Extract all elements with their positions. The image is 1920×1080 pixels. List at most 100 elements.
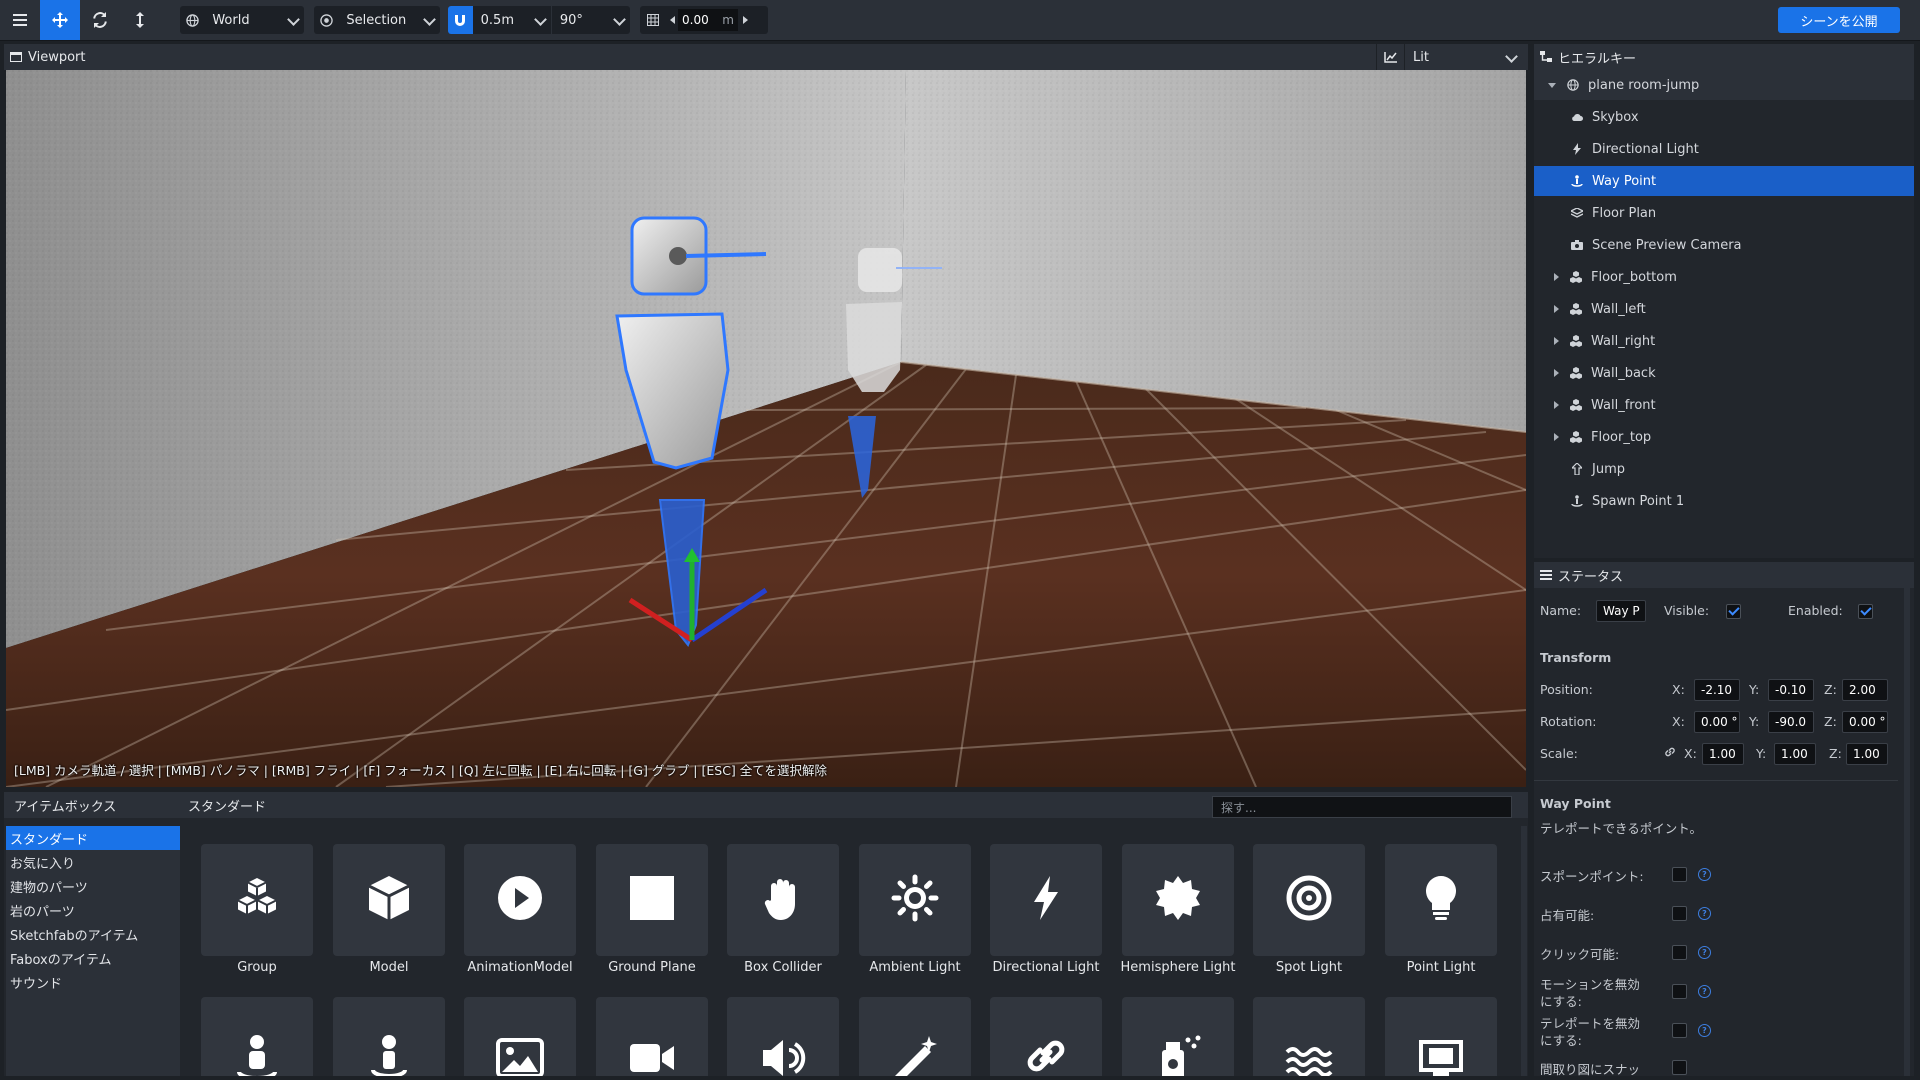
item-tile-ground-plane[interactable] <box>596 844 708 956</box>
category-item[interactable]: 岩のパーツ <box>6 898 180 922</box>
grid-increment-button[interactable] <box>738 16 752 24</box>
hierarchy-item-skybox[interactable]: Skybox <box>1534 102 1914 132</box>
item-tile-animationmodel[interactable] <box>464 844 576 956</box>
particle-icon <box>891 1032 939 1076</box>
item-icon <box>628 874 676 926</box>
scale-x-input[interactable]: 1.00 <box>1702 743 1744 765</box>
category-item[interactable]: 建物のパーツ <box>6 874 180 898</box>
help-icon[interactable]: ? <box>1698 1024 1711 1037</box>
hierarchy-item-jump[interactable]: Jump <box>1534 454 1914 484</box>
caret-right-icon[interactable] <box>1554 433 1559 441</box>
item-tile-row2[interactable] <box>859 997 971 1076</box>
link-icon[interactable] <box>1664 746 1676 762</box>
item-tile-ambient-light[interactable] <box>859 844 971 956</box>
option-checkbox[interactable] <box>1672 906 1687 921</box>
item-tile-spot-light[interactable] <box>1253 844 1365 956</box>
scene-canvas[interactable] <box>6 70 1526 787</box>
item-tile-row2[interactable] <box>727 997 839 1076</box>
help-icon[interactable]: ? <box>1698 907 1711 920</box>
category-item[interactable]: サウンド <box>6 970 180 994</box>
item-tile-row2[interactable] <box>201 997 313 1076</box>
help-icon[interactable]: ? <box>1698 985 1711 998</box>
category-item[interactable]: Faboxのアイテム <box>6 946 180 970</box>
position-y-input[interactable]: -0.10 <box>1768 679 1814 701</box>
status-scrollbar[interactable] <box>1904 588 1910 1076</box>
caret-right-icon[interactable] <box>1554 305 1559 313</box>
hierarchy-item-scene-preview-camera[interactable]: Scene Preview Camera <box>1534 230 1914 260</box>
item-tile-directional-light[interactable] <box>990 844 1102 956</box>
item-tile-row2[interactable] <box>464 997 576 1076</box>
item-tile-row2[interactable] <box>333 997 445 1076</box>
hierarchy-item-label: Floor Plan <box>1592 205 1657 221</box>
caret-right-icon[interactable] <box>1554 401 1559 409</box>
chevron-down-icon <box>1505 50 1518 63</box>
magnet-icon[interactable] <box>448 6 473 34</box>
item-search-input[interactable]: 探す... <box>1212 796 1512 818</box>
item-tile-row2[interactable] <box>1122 997 1234 1076</box>
snap-angle-dropdown[interactable]: 90° <box>550 6 630 34</box>
hierarchy-item-label: Floor_bottom <box>1591 269 1677 285</box>
item-tile-row2[interactable] <box>1385 997 1497 1076</box>
itembox-scrollbar[interactable] <box>1521 826 1527 1076</box>
category-item[interactable]: スタンダード <box>6 826 180 850</box>
name-input[interactable]: Way P <box>1596 600 1646 622</box>
hierarchy-item-wall-left[interactable]: Wall_left <box>1534 294 1914 324</box>
item-tile-row2[interactable] <box>1253 997 1365 1076</box>
item-tile-row2[interactable] <box>990 997 1102 1076</box>
item-tile-model[interactable] <box>333 844 445 956</box>
grid-icon[interactable] <box>640 6 666 34</box>
rotation-x-input[interactable]: 0.00 ° <box>1694 711 1740 733</box>
position-x-input[interactable]: -2.10 <box>1694 679 1740 701</box>
translate-tool-button[interactable] <box>40 0 80 40</box>
rotation-y-input[interactable]: -90.0 <box>1768 711 1814 733</box>
visible-checkbox[interactable] <box>1726 604 1741 619</box>
rotate-tool-button[interactable] <box>80 0 120 40</box>
position-z-input[interactable]: 2.00 <box>1842 679 1888 701</box>
menu-button[interactable] <box>0 0 40 40</box>
hierarchy-item-floor-bottom[interactable]: Floor_bottom <box>1534 262 1914 292</box>
hierarchy-item-directional-light[interactable]: Directional Light <box>1534 134 1914 164</box>
item-tile-hemisphere-light[interactable] <box>1122 844 1234 956</box>
grid-decrement-button[interactable] <box>666 16 678 24</box>
item-tile-group[interactable] <box>201 844 313 956</box>
scale-tool-button[interactable] <box>120 0 160 40</box>
scale-y-input[interactable]: 1.00 <box>1774 743 1816 765</box>
caret-right-icon[interactable] <box>1554 369 1559 377</box>
hierarchy-item-spawn-point-1[interactable]: Spawn Point 1 <box>1534 486 1914 516</box>
hierarchy-item-floor-top[interactable]: Floor_top <box>1534 422 1914 452</box>
category-item[interactable]: お気に入り <box>6 850 180 874</box>
rotate-icon <box>93 12 107 28</box>
option-checkbox[interactable] <box>1672 1060 1687 1075</box>
rotation-z-input[interactable]: 0.00 ° <box>1842 711 1888 733</box>
rotation-y-label: Y: <box>1749 714 1760 729</box>
hierarchy-item-wall-back[interactable]: Wall_back <box>1534 358 1914 388</box>
hierarchy-item-wall-right[interactable]: Wall_right <box>1534 326 1914 356</box>
caret-right-icon[interactable] <box>1554 337 1559 345</box>
snap-distance-dropdown[interactable]: 0.5m <box>473 6 551 34</box>
enabled-checkbox[interactable] <box>1858 604 1873 619</box>
shading-mode-dropdown[interactable]: Lit <box>1404 44 1526 70</box>
hierarchy-item-floor-plan[interactable]: Floor Plan <box>1534 198 1914 228</box>
grid-height-input[interactable]: 0.00 m <box>678 9 738 31</box>
stats-button[interactable] <box>1376 44 1403 70</box>
scale-z-input[interactable]: 1.00 <box>1846 743 1888 765</box>
hierarchy-item-wall-front[interactable]: Wall_front <box>1534 390 1914 420</box>
grid-group: 0.00 m <box>640 6 768 34</box>
item-tile-box-collider[interactable] <box>727 844 839 956</box>
hierarchy-root[interactable]: plane room-jump <box>1534 70 1914 100</box>
caret-right-icon[interactable] <box>1554 273 1559 281</box>
option-checkbox[interactable] <box>1672 984 1687 999</box>
help-icon[interactable]: ? <box>1698 946 1711 959</box>
hierarchy-item-way-point[interactable]: Way Point <box>1534 166 1914 196</box>
category-item[interactable]: Sketchfabのアイテム <box>6 922 180 946</box>
option-checkbox[interactable] <box>1672 1023 1687 1038</box>
option-checkbox[interactable] <box>1672 867 1687 882</box>
selection-mode-dropdown[interactable]: Selection <box>314 6 440 34</box>
item-tile-row2[interactable] <box>596 997 708 1076</box>
help-icon[interactable]: ? <box>1698 868 1711 881</box>
option-checkbox[interactable] <box>1672 945 1687 960</box>
space-dropdown[interactable]: World <box>180 6 304 34</box>
item-tile-point-light[interactable] <box>1385 844 1497 956</box>
item-tile-label: Point Light <box>1406 960 1476 975</box>
publish-scene-button[interactable]: シーンを公開 <box>1778 7 1900 33</box>
